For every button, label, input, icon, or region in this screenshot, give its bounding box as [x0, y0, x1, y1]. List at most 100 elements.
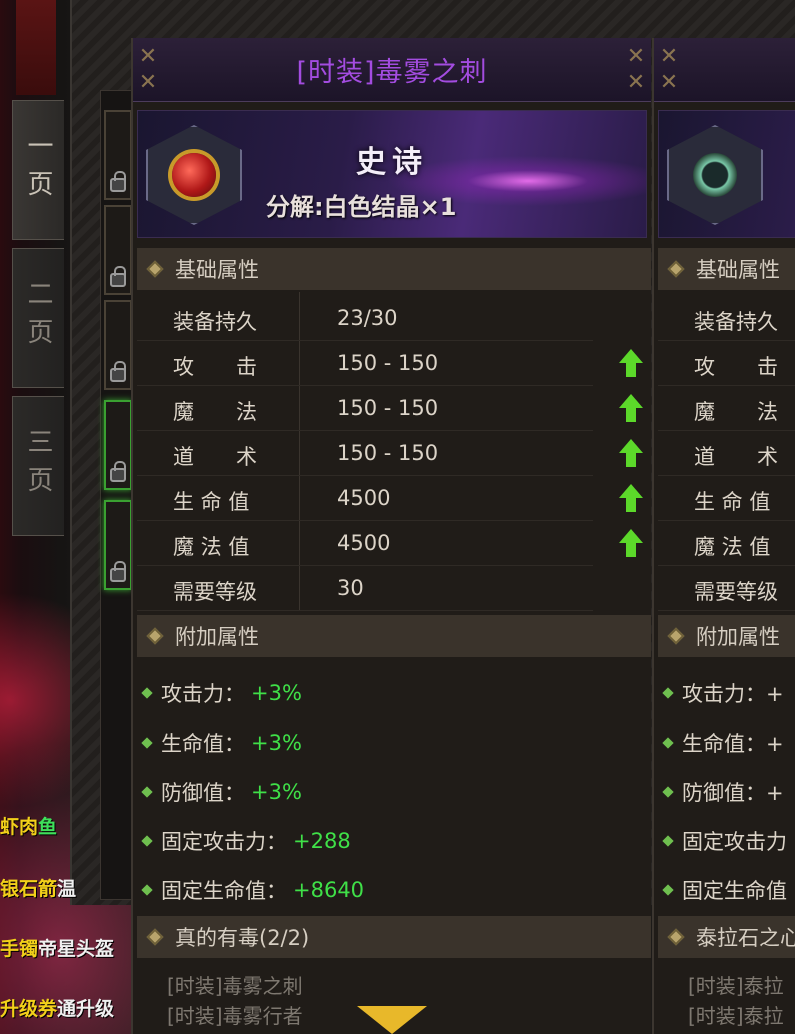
stat-row: 魔 法 150 - 150 [137, 386, 593, 431]
inventory-slot[interactable] [104, 110, 132, 200]
corner-ornament-icon: ✕ ✕ [138, 44, 158, 95]
stat-row: 攻 击 150 - 150 [137, 341, 593, 386]
bullet-icon [141, 687, 153, 699]
extra-stat: 生命值：+ [662, 728, 784, 758]
lock-icon [110, 461, 126, 482]
item-title: [时装]毒雾之刺 [296, 57, 488, 88]
extra-stat-name: 攻击力： [161, 682, 245, 706]
upgrade-arrow-icon [619, 529, 643, 557]
stat-value: 30 [337, 576, 364, 600]
extra-stat-value: +3% [251, 780, 302, 804]
extra-stat-value: +3% [251, 681, 302, 705]
stat-name: 装备持久 [173, 310, 257, 334]
extra-stat-name: 生命值：+ [682, 732, 784, 756]
stat-value: 150 - 150 [337, 351, 439, 375]
extra-stat: 防御值：+ [662, 777, 784, 807]
extra-stat: 固定生命值： +8640 [141, 875, 365, 905]
stat-name: 道 术 [173, 445, 257, 469]
set-item: [时装]毒雾之刺 [167, 974, 303, 998]
compare-banner [658, 110, 795, 238]
page-tab-1[interactable]: 一页 [12, 100, 64, 240]
stat-value: 23/30 [337, 306, 398, 330]
bullet-icon [662, 835, 674, 847]
diamond-icon [146, 627, 164, 645]
extra-stat: 攻击力：+ [662, 678, 784, 708]
page-tab-2[interactable]: 二页 [12, 248, 64, 388]
lock-icon [110, 561, 126, 582]
stat-row: 生 命 值 4500 [137, 476, 593, 521]
corner-ornament-icon: ✕ ✕ [626, 44, 646, 95]
stat-value: 150 - 150 [337, 396, 439, 420]
stat-name: 魔 法 [694, 400, 778, 424]
item-tooltip: ✕ ✕ [时装]毒雾之刺 ✕ ✕ 史诗 分解:白色结晶×1 基础属性 装备持久 23/… [131, 38, 651, 1034]
extra-stat: 攻击力： +3% [141, 678, 302, 708]
section-title: 泰拉石之心 [696, 926, 795, 950]
extra-stat-name: 防御值： [161, 781, 245, 805]
stat-name: 魔 法 值 [173, 535, 250, 559]
item-title-bar: ✕ ✕ [时装]毒雾之刺 ✕ ✕ [133, 38, 651, 102]
extra-stat: 生命值： +3% [141, 728, 302, 758]
extra-stat-value: +8640 [293, 878, 365, 902]
stat-row: 生 命 值 [658, 476, 795, 521]
compare-base-header: 基础属性 [658, 248, 795, 290]
scroll-down-icon[interactable] [357, 1006, 427, 1034]
lock-icon [110, 171, 126, 192]
page-tab-3[interactable]: 三页 [12, 396, 64, 536]
item-decompose: 分解:白色结晶×1 [266, 193, 457, 221]
lock-icon [110, 361, 126, 382]
stat-name: 攻 击 [694, 355, 778, 379]
extra-stat-name: 生命值： [161, 732, 245, 756]
item-banner: 史诗 分解:白色结晶×1 [137, 110, 647, 238]
stat-name: 攻 击 [173, 355, 257, 379]
extra-stat: 固定生命值 [662, 875, 787, 905]
extra-stat-name: 固定生命值： [161, 879, 287, 903]
diamond-icon [667, 260, 685, 278]
extra-stat: 固定攻击力 [662, 826, 787, 856]
bullet-icon [141, 835, 153, 847]
compare-title-bar: ✕ ✕ [654, 38, 795, 102]
extra-stat: 防御值： +3% [141, 777, 302, 807]
stat-row: 装备持久 [658, 296, 795, 341]
diamond-icon [146, 260, 164, 278]
stat-row: 装备持久 23/30 [137, 296, 593, 341]
extra-stat: 固定攻击力： +288 [141, 826, 351, 856]
bullet-icon [141, 786, 153, 798]
stat-row: 攻 击 [658, 341, 795, 386]
upgrade-arrow-icon [619, 349, 643, 377]
upgrade-arrow-icon [619, 439, 643, 467]
extra-attributes-header: 附加属性 [137, 615, 651, 657]
bullet-icon [662, 884, 674, 896]
chat-line: 银石箭温 [0, 878, 77, 900]
inventory-slot[interactable] [104, 500, 132, 590]
compare-tooltip: ✕ ✕ 基础属性 装备持久 攻 击 魔 法 道 术 生 命 值 魔 法 值 需要等… [652, 38, 795, 1034]
chat-line: 虾肉鱼 [0, 816, 58, 838]
item-rarity: 史诗 [356, 145, 428, 180]
diamond-icon [667, 928, 685, 946]
stat-name: 需要等级 [173, 580, 257, 604]
extra-stat-name: 防御值：+ [682, 781, 784, 805]
inventory-slot[interactable] [104, 205, 132, 295]
chat-line: 升级券通升级 [0, 998, 115, 1020]
stat-row: 魔 法 值 4500 [137, 521, 593, 566]
base-attributes-header: 基础属性 [137, 248, 651, 290]
stat-name: 道 术 [694, 445, 778, 469]
bullet-icon [662, 786, 674, 798]
set-item: [时装]毒雾行者 [167, 1004, 303, 1028]
diamond-icon [667, 627, 685, 645]
chat-line: 手镯帝星头盔 [0, 938, 115, 960]
upgrade-arrow-icon [619, 484, 643, 512]
set-item: [时装]泰拉 [688, 1004, 784, 1028]
extra-stat-value: +3% [251, 731, 302, 755]
extra-stat-name: 固定攻击力 [682, 830, 787, 854]
stat-value: 4500 [337, 531, 391, 555]
bullet-icon [141, 737, 153, 749]
stat-row: 需要等级 30 [137, 566, 593, 611]
inventory-slot[interactable] [104, 400, 132, 490]
inventory-slot[interactable] [104, 300, 132, 390]
background-red-bar [16, 0, 56, 95]
bullet-icon [662, 687, 674, 699]
stat-row: 需要等级 [658, 566, 795, 611]
upgrade-arrow-icon [619, 394, 643, 422]
section-title: 附加属性 [696, 625, 780, 649]
stat-name: 魔 法 [173, 400, 257, 424]
